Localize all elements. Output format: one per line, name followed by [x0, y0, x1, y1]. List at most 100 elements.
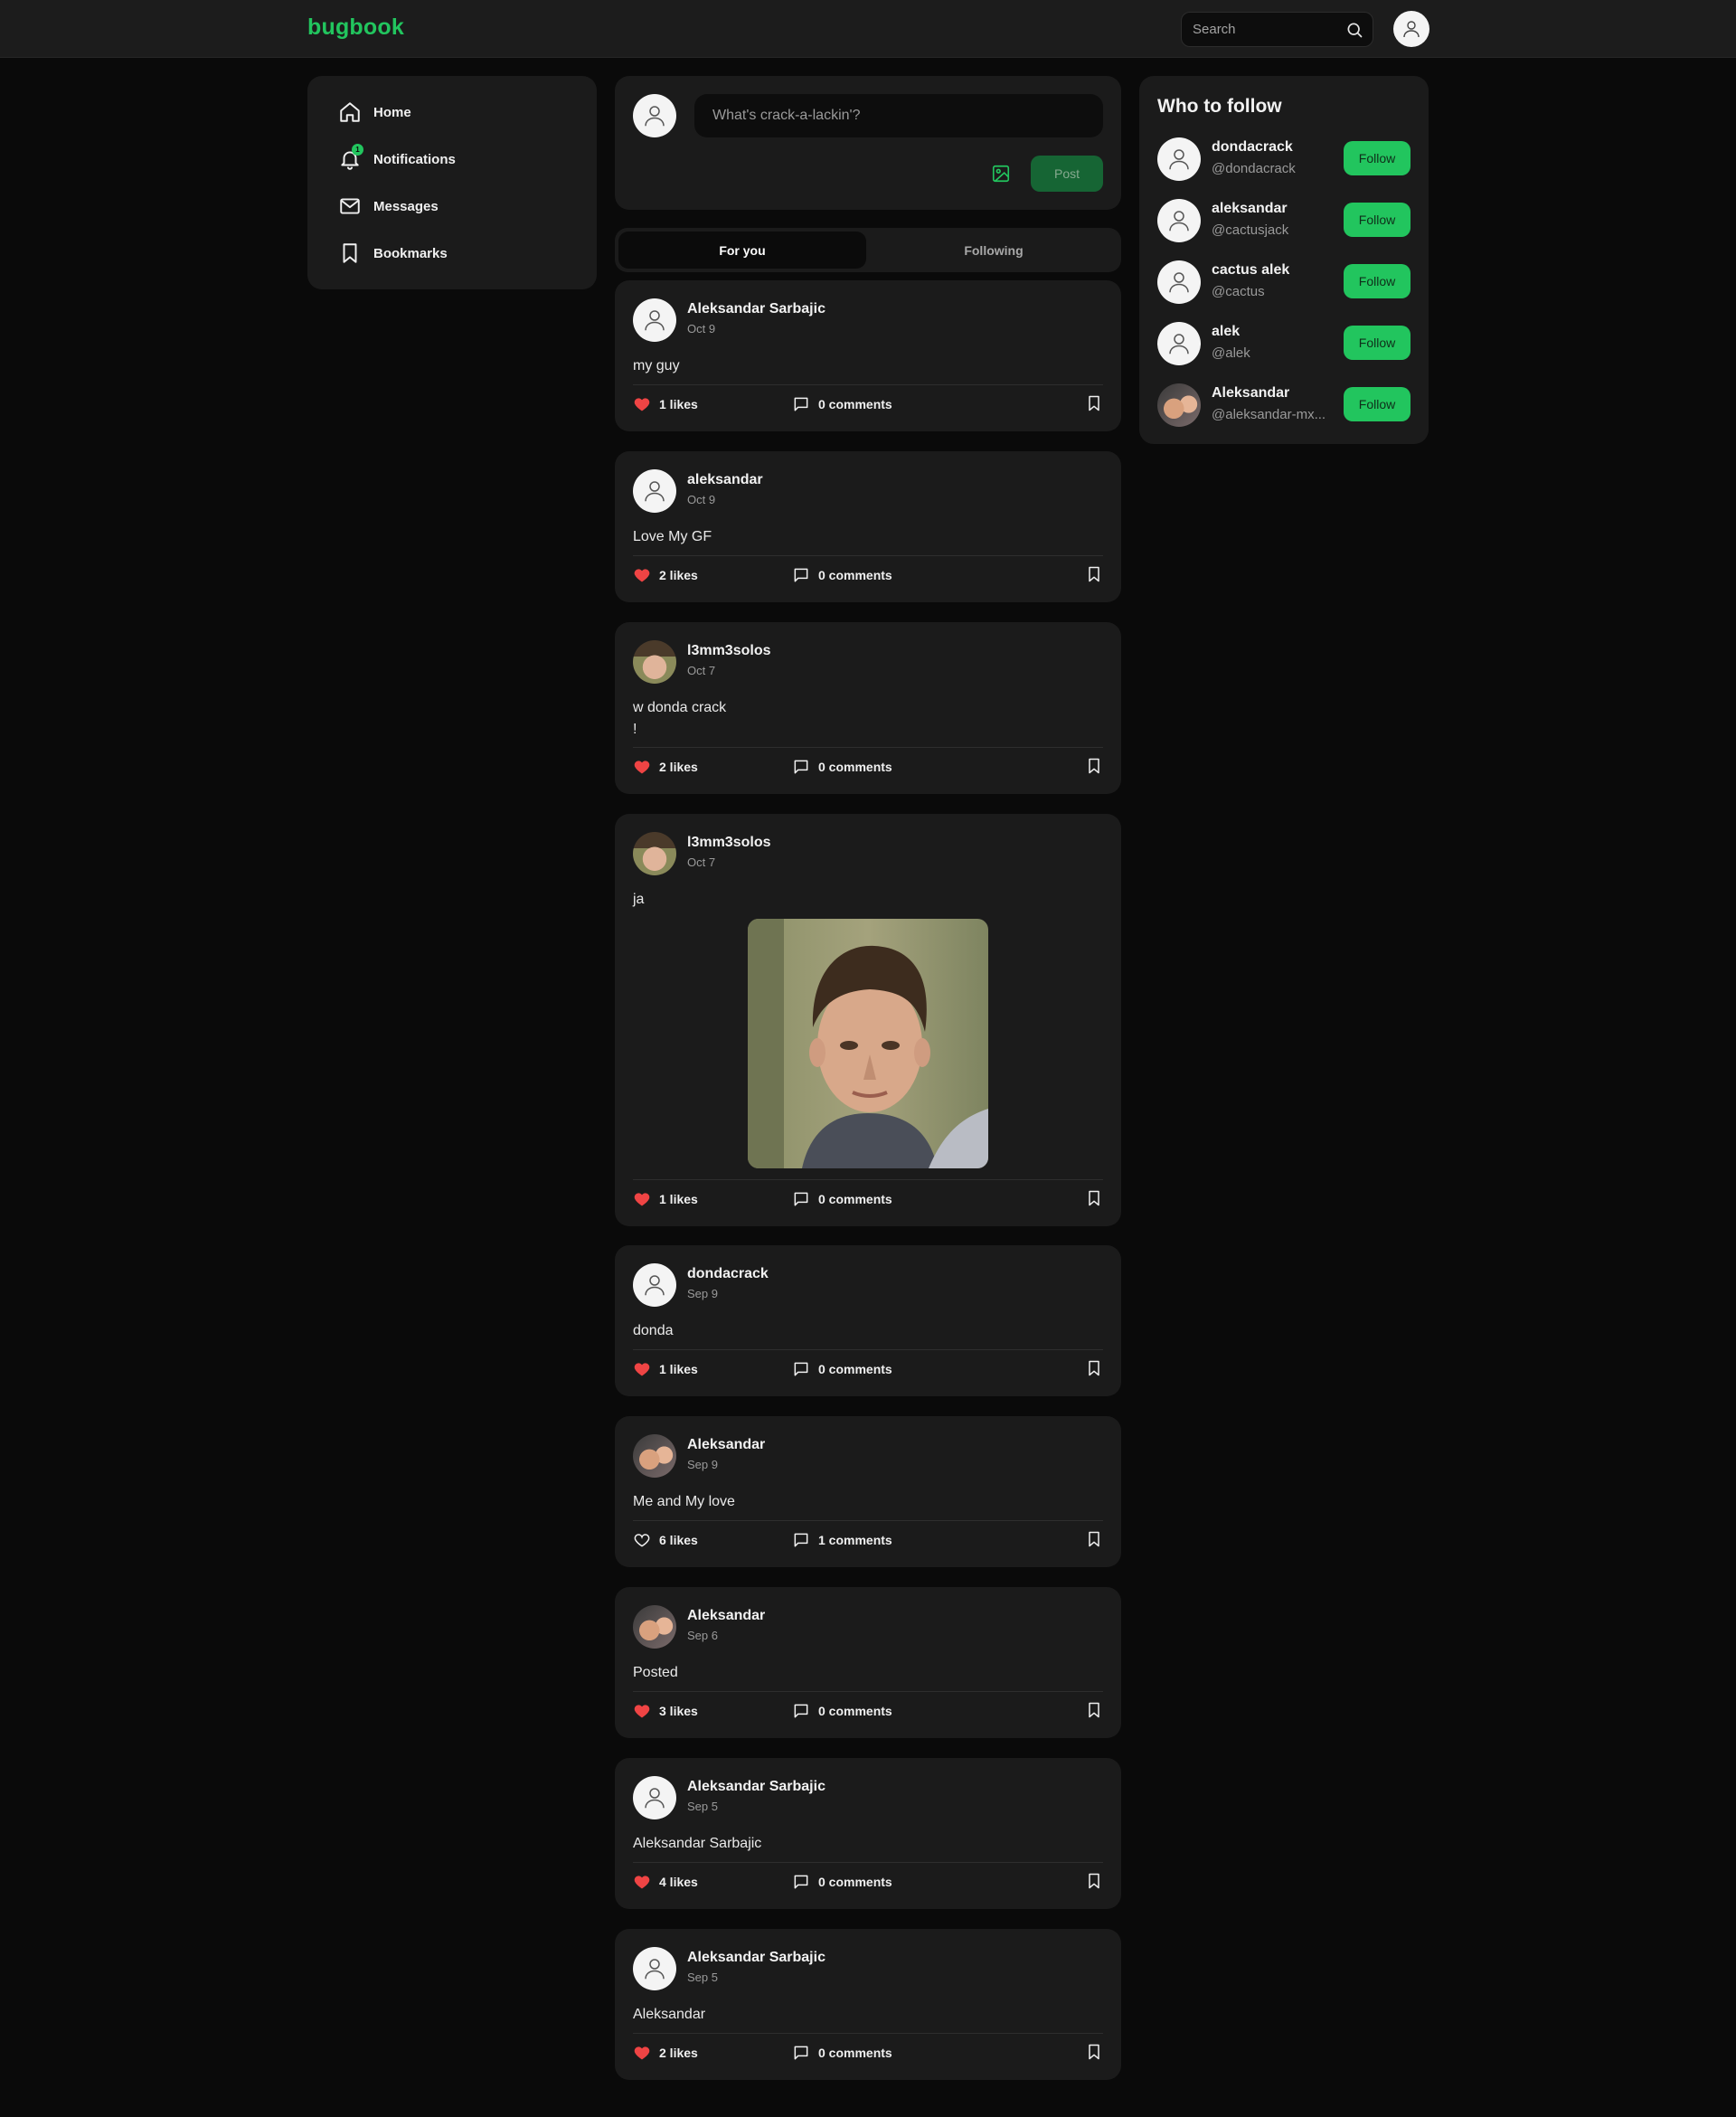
- bookmark-icon[interactable]: [1085, 1359, 1103, 1377]
- comment-icon: [792, 1190, 810, 1208]
- comments-count: 0 comments: [818, 568, 892, 582]
- post-actions: 2 likes 0 comments: [633, 755, 1103, 779]
- comments-count: 0 comments: [818, 1875, 892, 1889]
- tab-following[interactable]: Following: [870, 232, 1118, 269]
- post-date[interactable]: Oct 7: [687, 855, 715, 869]
- avatar[interactable]: [633, 1434, 676, 1478]
- like-button[interactable]: 3 likes: [633, 1699, 698, 1723]
- like-button[interactable]: 4 likes: [633, 1870, 698, 1894]
- avatar[interactable]: [1157, 383, 1201, 427]
- bookmark-icon[interactable]: [1085, 2043, 1103, 2061]
- follow-suggestion: aleksandar @cactusjack Follow: [1157, 197, 1410, 242]
- image-icon[interactable]: [991, 164, 1013, 185]
- post-date[interactable]: Sep 9: [687, 1287, 718, 1300]
- avatar[interactable]: [633, 1947, 676, 1990]
- bookmark-icon[interactable]: [1085, 394, 1103, 412]
- post-date[interactable]: Sep 9: [687, 1458, 718, 1471]
- sidebar-item-bookmarks[interactable]: Bookmarks: [338, 237, 448, 269]
- post-author[interactable]: Aleksandar: [687, 1608, 765, 1624]
- bookmark-icon[interactable]: [1085, 757, 1103, 775]
- like-button[interactable]: 6 likes: [633, 1528, 698, 1552]
- suggestion-name[interactable]: dondacrack: [1212, 139, 1293, 156]
- comments-button[interactable]: 0 comments: [792, 563, 892, 587]
- avatar[interactable]: [1157, 260, 1201, 304]
- divider: [633, 1520, 1103, 1521]
- divider: [633, 384, 1103, 385]
- bookmark-icon[interactable]: [1085, 1701, 1103, 1719]
- comments-button[interactable]: 0 comments: [792, 755, 892, 779]
- avatar[interactable]: [633, 1605, 676, 1649]
- comments-button[interactable]: 0 comments: [792, 2041, 892, 2065]
- post-author[interactable]: Aleksandar Sarbajic: [687, 301, 826, 317]
- avatar[interactable]: [633, 298, 676, 342]
- comments-button[interactable]: 1 comments: [792, 1528, 892, 1552]
- like-button[interactable]: 1 likes: [633, 1187, 698, 1211]
- post-author[interactable]: Aleksandar Sarbajic: [687, 1779, 826, 1795]
- tab-for-you[interactable]: For you: [618, 232, 866, 269]
- avatar[interactable]: [633, 832, 676, 875]
- logo[interactable]: bugbook: [307, 14, 404, 41]
- post-date[interactable]: Oct 9: [687, 493, 715, 506]
- composer-input[interactable]: [694, 94, 1103, 137]
- post-author[interactable]: Aleksandar: [687, 1437, 765, 1453]
- follow-button[interactable]: Follow: [1344, 264, 1410, 298]
- suggestion-name[interactable]: aleksandar: [1212, 201, 1288, 217]
- bookmark-icon[interactable]: [1085, 565, 1103, 583]
- avatar[interactable]: [633, 1263, 676, 1307]
- comments-button[interactable]: 0 comments: [792, 1187, 892, 1211]
- suggestion-name[interactable]: cactus alek: [1212, 262, 1289, 279]
- avatar[interactable]: [1157, 199, 1201, 242]
- avatar[interactable]: [633, 640, 676, 684]
- bookmark-icon[interactable]: [1085, 1530, 1103, 1548]
- follow-button[interactable]: Follow: [1344, 203, 1410, 237]
- like-button[interactable]: 1 likes: [633, 392, 698, 416]
- search-icon[interactable]: [1345, 21, 1363, 39]
- avatar[interactable]: [633, 1776, 676, 1819]
- post-image[interactable]: [748, 919, 988, 1168]
- search-box[interactable]: [1181, 12, 1373, 47]
- comments-button[interactable]: 0 comments: [792, 1357, 892, 1381]
- suggestion-handle: @alek: [1212, 345, 1250, 361]
- like-button[interactable]: 2 likes: [633, 755, 698, 779]
- post-date[interactable]: Sep 6: [687, 1629, 718, 1642]
- suggestion-name[interactable]: Aleksandar: [1212, 385, 1289, 402]
- post-author[interactable]: l3mm3solos: [687, 643, 770, 659]
- post-date[interactable]: Oct 7: [687, 664, 715, 677]
- suggestion-handle: @cactusjack: [1212, 222, 1289, 238]
- avatar[interactable]: [633, 469, 676, 513]
- post-author[interactable]: dondacrack: [687, 1266, 769, 1282]
- comments-button[interactable]: 0 comments: [792, 392, 892, 416]
- post-actions: 6 likes 1 comments: [633, 1528, 1103, 1552]
- search-input[interactable]: [1193, 13, 1337, 46]
- post-date[interactable]: Sep 5: [687, 1800, 718, 1813]
- like-button[interactable]: 1 likes: [633, 1357, 698, 1381]
- sidebar-item-home[interactable]: Home: [338, 96, 411, 128]
- comments-button[interactable]: 0 comments: [792, 1870, 892, 1894]
- follow-button[interactable]: Follow: [1344, 141, 1410, 175]
- follow-button[interactable]: Follow: [1344, 387, 1410, 421]
- post-author[interactable]: Aleksandar Sarbajic: [687, 1950, 826, 1966]
- bookmark-icon[interactable]: [1085, 1872, 1103, 1890]
- bookmark-icon[interactable]: [1085, 1189, 1103, 1207]
- avatar[interactable]: [1157, 322, 1201, 365]
- suggestion-name[interactable]: alek: [1212, 324, 1240, 340]
- comment-icon: [792, 1360, 810, 1378]
- like-button[interactable]: 2 likes: [633, 2041, 698, 2065]
- like-button[interactable]: 2 likes: [633, 563, 698, 587]
- sidebar-item-messages[interactable]: Messages: [338, 190, 439, 222]
- follow-button[interactable]: Follow: [1344, 326, 1410, 360]
- avatar[interactable]: [1157, 137, 1201, 181]
- post-author[interactable]: aleksandar: [687, 472, 763, 488]
- post-card: Aleksandar Sep 6 Posted 3 likes 0 commen…: [615, 1587, 1121, 1738]
- sidebar-item-notifications[interactable]: 1 Notifications: [338, 143, 456, 175]
- likes-count: 1 likes: [659, 397, 698, 411]
- post-author[interactable]: l3mm3solos: [687, 835, 770, 851]
- comment-icon: [792, 1702, 810, 1720]
- post-button[interactable]: Post: [1031, 156, 1103, 192]
- post-date[interactable]: Oct 9: [687, 322, 715, 336]
- post-actions: 3 likes 0 comments: [633, 1699, 1103, 1723]
- post-body: w donda crack !: [633, 700, 727, 737]
- user-avatar-button[interactable]: [1393, 11, 1429, 47]
- post-date[interactable]: Sep 5: [687, 1971, 718, 1984]
- comments-button[interactable]: 0 comments: [792, 1699, 892, 1723]
